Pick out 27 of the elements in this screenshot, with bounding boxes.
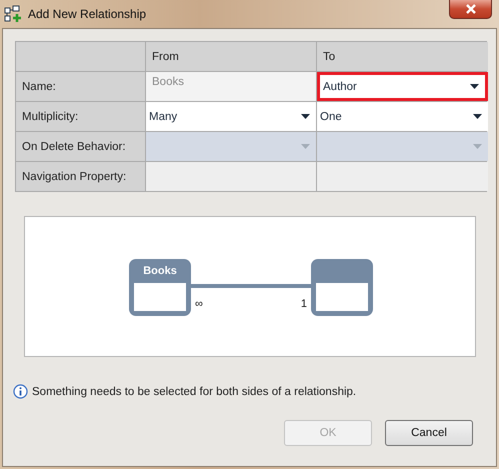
row-label: Navigation Property:	[16, 162, 145, 191]
multiplicity-label: ∞	[195, 298, 203, 310]
info-message: Something needs to be selected for both sides of a relationship.	[32, 386, 356, 398]
row-label: Name:	[16, 72, 145, 101]
caret-icon	[473, 114, 482, 119]
dropdown[interactable]: Many	[146, 102, 316, 131]
caret-icon	[301, 144, 310, 149]
entity-name: Books	[142, 264, 178, 279]
info-icon	[13, 384, 28, 399]
close-button[interactable]	[449, 0, 492, 19]
window-title: Add New Relationship	[28, 7, 146, 21]
close-icon	[464, 4, 476, 14]
entity-body	[316, 283, 368, 311]
caret-icon	[473, 144, 482, 149]
cancel-button[interactable]: Cancel	[385, 420, 473, 446]
row-label: On Delete Behavior:	[16, 132, 145, 161]
column-header: To	[317, 42, 488, 71]
dropdown[interactable]: Author	[317, 72, 488, 101]
caret-icon	[301, 114, 310, 119]
entity-body	[134, 283, 186, 311]
dropdown[interactable]: One	[317, 102, 488, 131]
row-label: Multiplicity:	[16, 102, 145, 131]
relationship-icon	[4, 5, 22, 23]
multiplicity-label: 1	[300, 298, 307, 310]
name-field: Books	[146, 72, 316, 101]
column-header: From	[146, 42, 316, 71]
caret-icon	[470, 84, 479, 89]
